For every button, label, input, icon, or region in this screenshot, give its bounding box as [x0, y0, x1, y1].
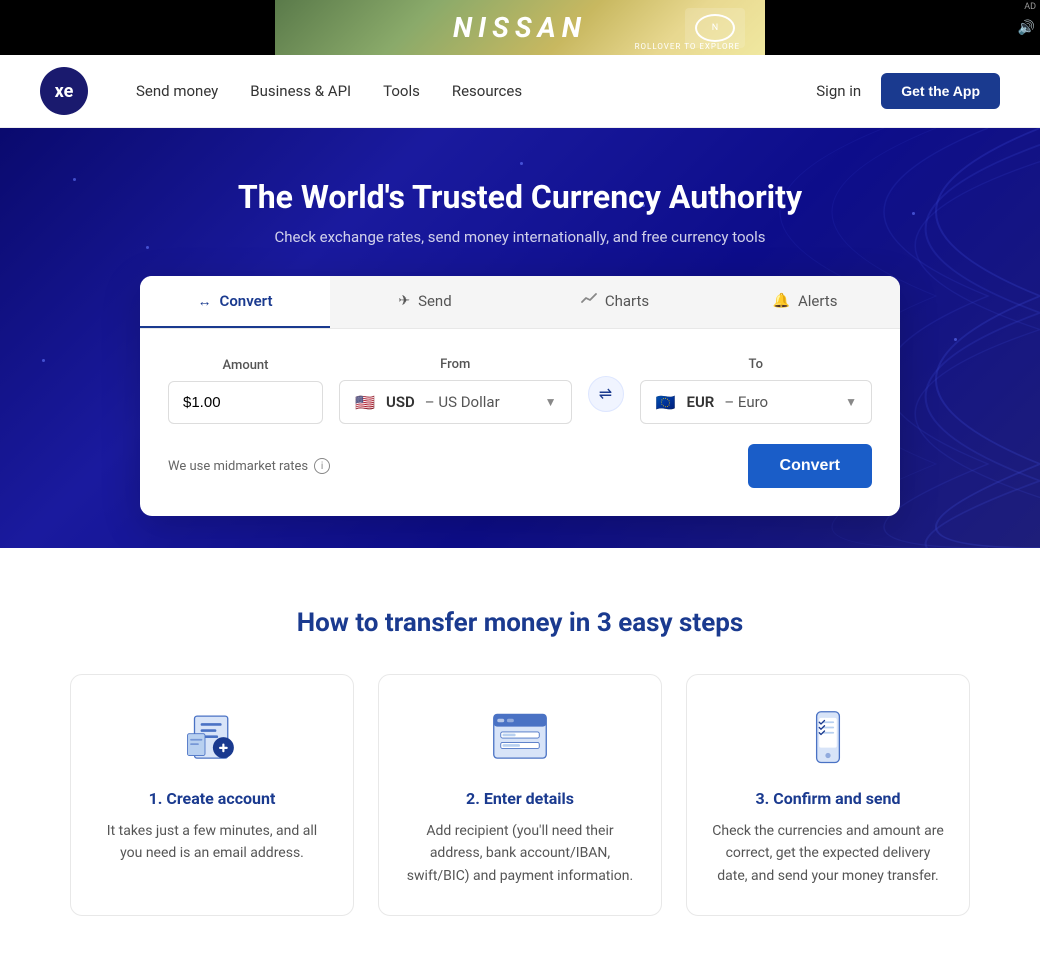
step-1-desc: It takes just a few minutes, and all you… [95, 820, 329, 865]
convert-button[interactable]: Convert [748, 444, 872, 488]
ad-banner: NISSAN N ROLLOVER TO EXPLORE 🔊 AD [0, 0, 1040, 55]
to-currency-select[interactable]: 🇪🇺 EUR – Euro ▼ [640, 380, 873, 424]
swap-btn-wrapper: ⇌ [588, 376, 624, 424]
amount-label: Amount [168, 358, 323, 373]
steps-section: How to transfer money in 3 easy steps [0, 548, 1040, 956]
get-app-button[interactable]: Get the App [881, 73, 1000, 109]
amount-field-group: Amount [168, 358, 323, 424]
nav-business-api[interactable]: Business & API [250, 82, 351, 100]
from-flag: 🇺🇸 [354, 394, 376, 410]
nav-resources[interactable]: Resources [452, 82, 522, 100]
navbar: xe Send money Business & API Tools Resou… [0, 55, 1040, 128]
from-field-group: From 🇺🇸 USD – US Dollar ▼ [339, 357, 572, 424]
step-3-title: 3. Confirm and send [711, 789, 945, 808]
swap-icon: ⇌ [599, 384, 612, 404]
step-1-card: 1. Create account It takes just a few mi… [70, 674, 354, 916]
ad-brand-text: NISSAN [453, 11, 587, 44]
converter-body: Amount From 🇺🇸 USD – US Dollar ▼ [140, 329, 900, 516]
step-2-card: 2. Enter details Add recipient (you'll n… [378, 674, 662, 916]
from-currency-display: 🇺🇸 USD – US Dollar [354, 393, 500, 411]
from-currency-select[interactable]: 🇺🇸 USD – US Dollar ▼ [339, 380, 572, 424]
converter-footer: We use midmarket rates i Convert [168, 444, 872, 488]
to-currency-chevron: ▼ [845, 395, 857, 409]
to-label: To [640, 357, 873, 372]
tab-charts-label: Charts [605, 292, 649, 310]
tab-alerts[interactable]: 🔔 Alerts [710, 276, 900, 328]
ad-rollover-text: ROLLOVER TO EXPLORE [635, 42, 740, 51]
from-currency-name: – US Dollar [425, 393, 500, 411]
step-3-desc: Check the currencies and amount are corr… [711, 820, 945, 887]
midmarket-info-icon[interactable]: i [314, 458, 330, 474]
to-field-group: To 🇪🇺 EUR – Euro ▼ [640, 357, 873, 424]
swap-currencies-button[interactable]: ⇌ [588, 376, 624, 412]
step-3-card: 3. Confirm and send Check the currencies… [686, 674, 970, 916]
to-currency-name: – Euro [724, 393, 768, 411]
steps-title: How to transfer money in 3 easy steps [40, 608, 1000, 638]
to-currency-display: 🇪🇺 EUR – Euro [655, 393, 769, 411]
convert-tab-icon: ↔ [198, 293, 212, 310]
to-currency-code: EUR [687, 393, 715, 411]
ad-label: AD [1020, 0, 1040, 14]
tab-send-label: Send [418, 292, 452, 310]
ad-content[interactable]: NISSAN N ROLLOVER TO EXPLORE [275, 0, 765, 55]
send-tab-icon: ✈ [398, 293, 410, 309]
steps-grid: 1. Create account It takes just a few mi… [70, 674, 970, 916]
hero-subtitle: Check exchange rates, send money interna… [20, 228, 1020, 246]
tab-convert[interactable]: ↔ Convert [140, 276, 330, 328]
hero-section: The World's Trusted Currency Authority C… [0, 128, 1040, 548]
converter-card: ↔ Convert ✈ Send Charts 🔔 Alerts [140, 276, 900, 516]
nav-links: Send money Business & API Tools Resource… [136, 82, 816, 100]
amount-input[interactable] [168, 381, 323, 424]
step-2-title: 2. Enter details [403, 789, 637, 808]
step-1-title: 1. Create account [95, 789, 329, 808]
from-currency-chevron: ▼ [545, 395, 557, 409]
charts-tab-icon [581, 292, 597, 310]
site-logo[interactable]: xe [40, 67, 88, 115]
sign-in-link[interactable]: Sign in [816, 82, 861, 100]
from-label: From [339, 357, 572, 372]
to-flag: 🇪🇺 [655, 394, 677, 410]
midmarket-text: We use midmarket rates [168, 459, 308, 474]
nav-send-money[interactable]: Send money [136, 82, 218, 100]
converter-fields: Amount From 🇺🇸 USD – US Dollar ▼ [168, 357, 872, 424]
hero-title: The World's Trusted Currency Authority [20, 178, 1020, 216]
midmarket-note: We use midmarket rates i [168, 458, 330, 474]
tab-charts[interactable]: Charts [520, 276, 710, 328]
step-2-icon-wrapper [480, 703, 560, 773]
step-1-icon-wrapper [172, 703, 252, 773]
step-2-desc: Add recipient (you'll need their address… [403, 820, 637, 887]
nav-tools[interactable]: Tools [383, 82, 420, 100]
step-3-icon-wrapper [788, 703, 868, 773]
tab-convert-label: Convert [220, 292, 273, 310]
tab-alerts-label: Alerts [798, 292, 838, 310]
from-currency-code: USD [386, 393, 415, 411]
navbar-actions: Sign in Get the App [816, 73, 1000, 109]
tab-send[interactable]: ✈ Send [330, 276, 520, 328]
converter-tabs: ↔ Convert ✈ Send Charts 🔔 Alerts [140, 276, 900, 329]
alerts-tab-icon: 🔔 [773, 293, 790, 309]
ad-sound-icon[interactable]: 🔊 [1018, 20, 1035, 36]
